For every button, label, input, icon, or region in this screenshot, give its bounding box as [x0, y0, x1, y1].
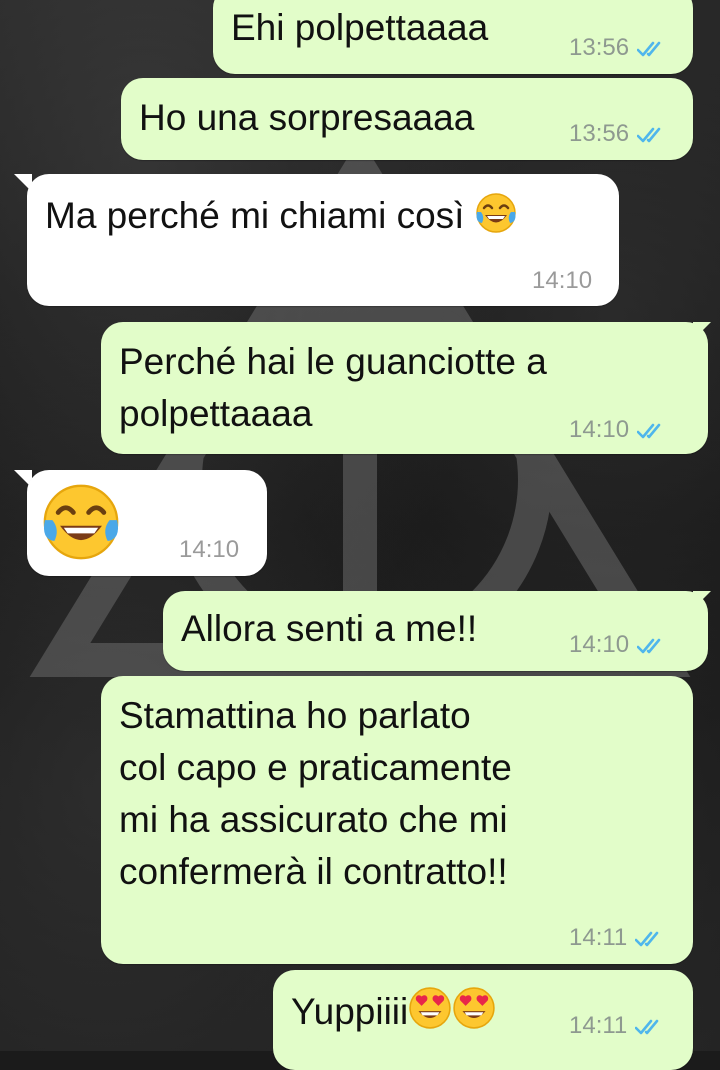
message-bubble-outgoing[interactable]: Stamattina ho parlato col capo e pratica…: [101, 676, 693, 964]
message-text-line-1: Stamattina ho parlato: [119, 695, 471, 736]
message-meta: 14:10: [569, 416, 667, 444]
message-text: Allora senti a me!!: [181, 608, 478, 649]
message-meta: 14:11: [569, 924, 665, 952]
message-bubble-outgoing[interactable]: Ehi polpettaaaa 13:56: [213, 0, 693, 74]
face-with-tears-of-joy-emoji-icon: [43, 484, 119, 560]
message-time: 14:10: [179, 536, 240, 563]
double-check-read-icon: [635, 1019, 659, 1035]
message-meta: 14:11: [569, 1012, 665, 1040]
message-text-content: Ma perché mi chiami così: [45, 195, 465, 236]
double-check-read-icon: [637, 638, 661, 654]
message-time: 13:56: [569, 120, 630, 147]
message-text-line-2: polpettaaaa: [119, 393, 313, 434]
message-text: Ma perché mi chiami così: [45, 190, 517, 242]
message-bubble-outgoing[interactable]: Yuppiiii 14:11: [273, 970, 693, 1070]
double-check-read-icon: [635, 931, 659, 947]
message-text: Ehi polpettaaaa: [231, 7, 489, 48]
message-meta: 13:56: [569, 120, 667, 148]
message-bubble-outgoing[interactable]: Allora senti a me!! 14:10: [163, 591, 708, 671]
message-time: 14:11: [569, 924, 628, 951]
message-bubble-incoming[interactable]: 14:10: [27, 470, 267, 576]
message-time: 14:11: [569, 1012, 628, 1039]
message-bubble-outgoing[interactable]: Ho una sorpresaaaa 13:56: [121, 78, 693, 160]
double-check-read-icon: [637, 41, 661, 57]
message-text-line-3: mi ha assicurato che mi: [119, 799, 508, 840]
message-bubble-incoming[interactable]: Ma perché mi chiami così 14:10: [27, 174, 619, 306]
message-text-line-1: Perché hai le guanciotte a: [119, 341, 547, 382]
message-meta: 14:10: [569, 631, 667, 659]
message-bubble-outgoing[interactable]: Perché hai le guanciotte a polpettaaaa 1…: [101, 322, 708, 454]
message-time: 14:10: [532, 267, 593, 294]
message-text-line-2: col capo e praticamente: [119, 747, 512, 788]
face-with-tears-of-joy-emoji-icon: [476, 193, 516, 233]
message-text: Ho una sorpresaaaa: [139, 97, 475, 138]
smiling-face-with-heart-eyes-emoji-icon: [409, 987, 451, 1029]
double-check-read-icon: [637, 127, 661, 143]
message-time: 14:10: [569, 416, 630, 443]
message-text-line-4: confermerà il contratto!!: [119, 851, 508, 892]
message-meta: 13:56: [569, 34, 667, 62]
message-time: 13:56: [569, 34, 630, 61]
smiling-face-with-heart-eyes-emoji-icon: [453, 987, 495, 1029]
message-time: 14:10: [569, 631, 630, 658]
double-check-read-icon: [637, 423, 661, 439]
message-text: Yuppiiii: [291, 986, 496, 1038]
message-text-content: Yuppiiii: [291, 991, 409, 1032]
